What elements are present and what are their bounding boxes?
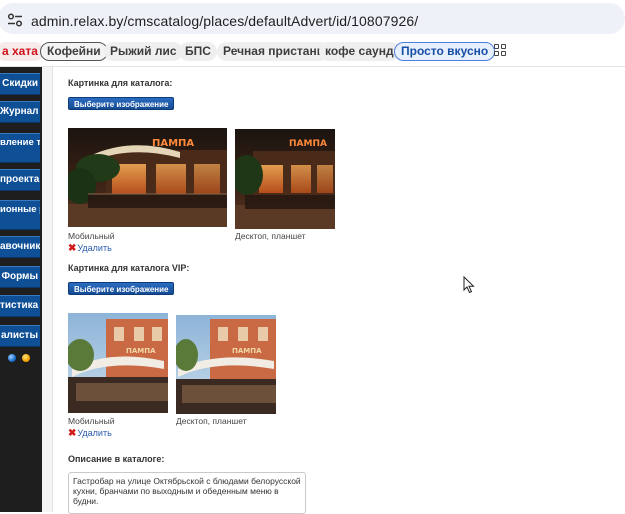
vip-image-delete-link[interactable]: ✖Удалить xyxy=(68,428,112,439)
vip-image-mobile-thumbnail: ПАМПА xyxy=(68,313,168,413)
catalog-image-select-button[interactable]: Выберите изображение xyxy=(68,97,175,110)
tune-icon[interactable] xyxy=(7,13,23,27)
delete-x-icon: ✖ xyxy=(68,428,77,439)
bookmark-item[interactable]: кофе саунд xyxy=(319,42,400,61)
delete-link-text[interactable]: Удалить xyxy=(77,428,111,438)
bookmark-item[interactable]: Просто вкусно xyxy=(394,42,496,61)
bookmark-item[interactable]: БПС xyxy=(179,42,217,61)
svg-text:ПАМПА: ПАМПА xyxy=(126,347,156,355)
description-textarea[interactable]: Гастробар на улице Октябрьской с блюдами… xyxy=(68,472,306,514)
catalog-image-delete-link[interactable]: ✖Удалить xyxy=(68,243,112,254)
sidebar-icons xyxy=(8,354,34,362)
sidebar-item-statistics[interactable]: тистика xyxy=(0,295,40,317)
catalog-image-label: Картинка для каталога: xyxy=(68,78,173,88)
sidebar-item-management[interactable]: вление телями xyxy=(0,133,40,163)
globe-icon[interactable] xyxy=(8,354,16,362)
smile-icon[interactable] xyxy=(22,354,30,362)
bookmark-item[interactable]: Речная пристань xyxy=(217,42,331,61)
vip-image-label: Картинка для каталога VIP: xyxy=(68,263,190,273)
browser-address-bar: admin.relax.by/cmscatalog/places/default… xyxy=(0,0,625,37)
catalog-image-desktop-thumbnail: ПАМПА xyxy=(235,129,335,229)
sidebar-item-specialists[interactable]: алисты xyxy=(0,325,40,347)
svg-text:ПАМПА: ПАМПА xyxy=(232,347,262,355)
catalog-image-desktop-caption: Десктоп, планшет xyxy=(235,231,306,241)
apps-grid-icon[interactable] xyxy=(494,44,507,57)
mouse-cursor-icon xyxy=(463,276,475,294)
description-label: Описание в каталоге: xyxy=(68,454,165,464)
sidebar-item-project[interactable]: проекта xyxy=(0,169,40,191)
sidebar-item-pages[interactable]: ионные раницы xyxy=(0,200,40,230)
sidebar-item-directory[interactable]: авочник xyxy=(0,236,40,258)
sidebar-item-journal[interactable]: Журнал xyxy=(0,101,40,123)
sidebar-gutter xyxy=(42,67,53,512)
vip-image-desktop-thumbnail: ПАМПА xyxy=(176,315,276,414)
admin-sidebar: Скидки Журнал вление телями проекта ионн… xyxy=(0,67,42,512)
bookmarks-bar: а хата Кофейни Рыжий лис БПС Речная прис… xyxy=(0,37,625,67)
vip-image-mobile-caption: Мобильный xyxy=(68,416,115,426)
sidebar-item-discounts[interactable]: Скидки xyxy=(0,73,40,95)
url-text[interactable]: admin.relax.by/cmscatalog/places/default… xyxy=(31,13,418,29)
bookmark-item[interactable]: а хата xyxy=(0,42,44,61)
vip-image-desktop-caption: Десктоп, планшет xyxy=(176,416,247,426)
main-form: Картинка для каталога: Выберите изображе… xyxy=(54,67,625,514)
svg-text:ПАМПА: ПАМПА xyxy=(152,138,194,149)
delete-x-icon: ✖ xyxy=(68,243,77,254)
bookmark-item[interactable]: Кофейни xyxy=(40,42,108,61)
svg-text:ПАМПА: ПАМПА xyxy=(289,139,327,149)
delete-link-text[interactable]: Удалить xyxy=(77,243,111,253)
bookmark-item[interactable]: Рыжий лис xyxy=(104,42,183,61)
catalog-image-mobile-thumbnail: ПАМПА xyxy=(68,128,227,227)
sidebar-item-forms[interactable]: Формы xyxy=(0,266,40,288)
catalog-image-mobile-caption: Мобильный xyxy=(68,231,115,241)
url-field[interactable]: admin.relax.by/cmscatalog/places/default… xyxy=(0,3,625,34)
vip-image-select-button[interactable]: Выберите изображение xyxy=(68,282,175,295)
